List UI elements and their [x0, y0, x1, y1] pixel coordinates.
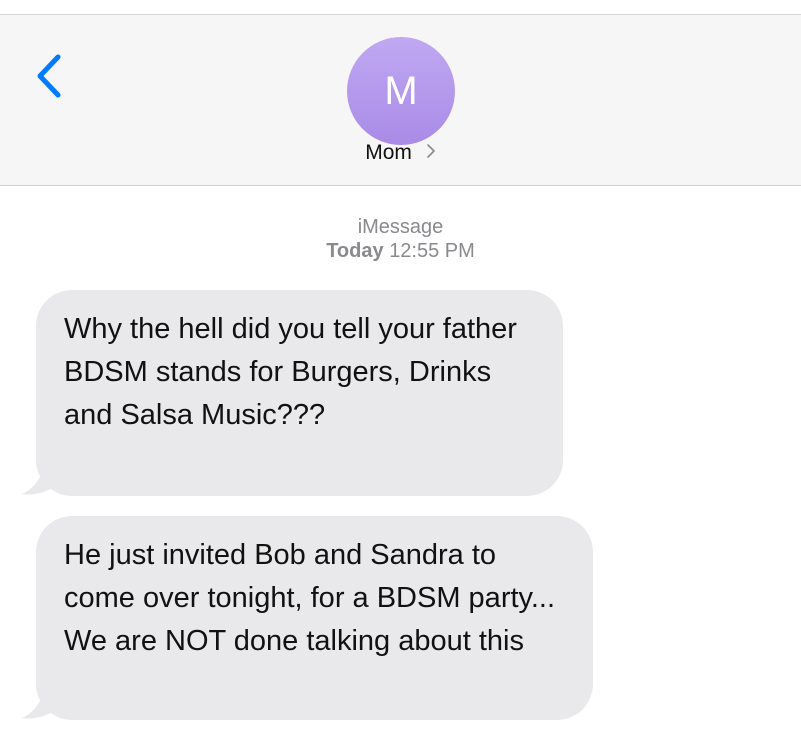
message-bubble[interactable]: He just invited Bob and Sandra to come o… — [36, 516, 593, 720]
message-text: He just invited Bob and Sandra to come o… — [64, 539, 556, 657]
chevron-left-icon — [37, 54, 61, 98]
top-edge — [0, 0, 801, 15]
avatar-initial: M — [384, 68, 418, 113]
chevron-right-icon — [426, 144, 435, 159]
message-text: Why the hell did you tell your father BD… — [64, 313, 517, 431]
timestamp: Today 12:55 PM — [0, 239, 801, 263]
back-button[interactable] — [30, 51, 70, 101]
conversation-meta: iMessage Today 12:55 PM — [0, 215, 801, 263]
contact-name-button[interactable]: Mom — [0, 141, 801, 165]
conversation-header: M Mom — [0, 15, 801, 186]
service-label: iMessage — [357, 216, 444, 238]
timestamp-day: Today — [326, 240, 384, 262]
timestamp-time: 12:55 PM — [389, 240, 475, 262]
contact-avatar[interactable]: M — [347, 37, 455, 145]
message-bubble[interactable]: Why the hell did you tell your father BD… — [36, 290, 563, 496]
contact-name: Mom — [365, 141, 412, 164]
